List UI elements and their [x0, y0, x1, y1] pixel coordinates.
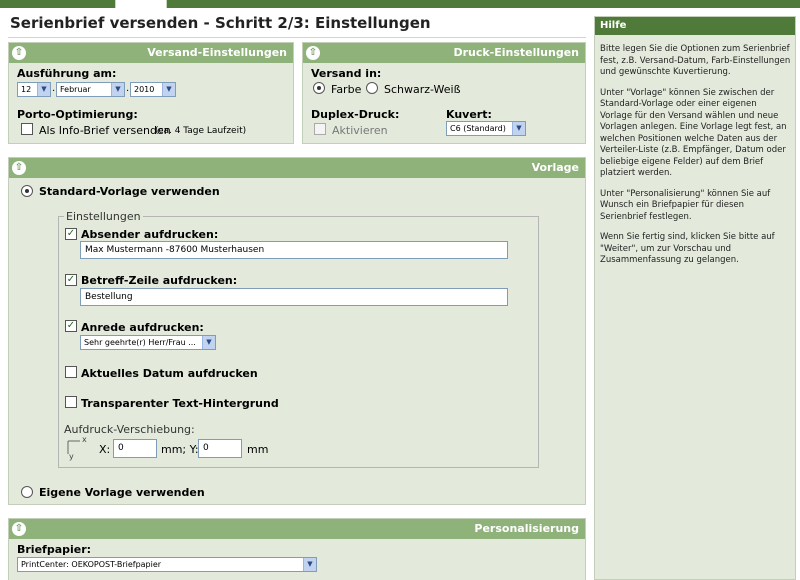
anrede-select[interactable]: Sehr geehrte(r) Herr/Frau ... ▼ [80, 335, 216, 350]
absender-value: Max Mustermann -87600 Musterhausen [85, 245, 265, 255]
help-text-2: Unter "Vorlage" können Sie zwischen der … [600, 87, 787, 179]
day-select[interactable]: 12 ▼ [17, 82, 51, 97]
farbe-radio[interactable] [313, 82, 325, 94]
year-select[interactable]: 2010 ▼ [130, 82, 176, 97]
standard-vorlage-label: Standard-Vorlage verwenden [39, 185, 220, 198]
farbe-label: Farbe [331, 83, 362, 96]
datum-label: Aktuelles Datum aufdrucken [81, 367, 258, 380]
help-header: Hilfe [595, 17, 795, 35]
anrede-label: Anrede aufdrucken: [81, 321, 204, 334]
personalisierung-panel-header: ⇧ Personalisierung [9, 519, 585, 539]
mm-label: mm [247, 443, 269, 456]
einstellungen-legend: Einstellungen [64, 210, 143, 223]
duplex-checkbox[interactable] [314, 123, 326, 135]
betreff-input[interactable]: Bestellung [80, 288, 508, 306]
year-value: 2010 [134, 85, 155, 94]
kuvert-select[interactable]: C6 (Standard) ▼ [446, 121, 526, 136]
x-offset-input[interactable]: 0 [113, 439, 157, 458]
chevron-down-icon: ▼ [303, 558, 316, 571]
month-select[interactable]: Februar ▼ [56, 82, 125, 97]
ausfuehrung-label: Ausführung am: [17, 67, 117, 80]
betreff-checkbox[interactable]: ✓ [65, 274, 77, 286]
page-title: Serienbrief versenden - Schritt 2/3: Ein… [10, 14, 431, 32]
schwarzweiss-label: Schwarz-Weiß [384, 83, 461, 96]
anrede-value: Sehr geehrte(r) Herr/Frau ... [84, 338, 196, 347]
kuvert-label: Kuvert: [446, 108, 492, 121]
x-label: X: [99, 443, 111, 456]
axis-icon: x y [66, 435, 90, 461]
druck-panel-header: ⇧ Druck-Einstellungen [303, 43, 585, 63]
y-offset-input[interactable]: 0 [198, 439, 242, 458]
x-offset-value: 0 [118, 443, 124, 453]
infobrief-note: (ca. 4 Tage Laufzeit) [155, 126, 247, 136]
axis-y-label: y [69, 452, 74, 461]
vorlage-panel-header: ⇧ Vorlage [9, 158, 585, 178]
chevron-down-icon: ▼ [512, 122, 525, 135]
help-text-1: Bitte legen Sie die Optionen zum Serienb… [600, 44, 791, 77]
kuvert-value: C6 (Standard) [450, 124, 506, 133]
help-text-3: Unter "Personalisierung" können Sie auf … [600, 188, 771, 222]
anrede-checkbox[interactable]: ✓ [65, 320, 77, 332]
briefpapier-select[interactable]: PrintCenter: OEKOPOST-Briefpapier ▼ [17, 557, 317, 572]
month-value: Februar [60, 85, 91, 94]
chevron-down-icon: ▼ [202, 336, 215, 349]
chevron-down-icon: ▼ [111, 83, 124, 96]
absender-checkbox[interactable]: ✓ [65, 228, 77, 240]
date-separator: . [52, 83, 56, 94]
infobrief-checkbox[interactable] [21, 123, 33, 135]
schwarzweiss-radio[interactable] [366, 82, 378, 94]
collapse-up-icon[interactable]: ⇧ [12, 161, 26, 175]
mm-y-label: mm; Y: [161, 443, 199, 456]
title-divider [8, 37, 586, 38]
porto-label: Porto-Optimierung: [17, 108, 138, 121]
datum-checkbox[interactable] [65, 366, 77, 378]
infobrief-label: Als Info-Brief versenden [39, 124, 171, 137]
chevron-down-icon: ▼ [162, 83, 175, 96]
betreff-value: Bestellung [85, 292, 133, 302]
briefpapier-label: Briefpapier: [17, 543, 92, 556]
versand-in-label: Versand in: [311, 67, 382, 80]
help-text-4: Wenn Sie fertig sind, klicken Sie bitte … [600, 232, 775, 265]
druck-panel-title: Druck-Einstellungen [453, 46, 579, 59]
date-separator: . [126, 83, 130, 94]
transparent-checkbox[interactable] [65, 396, 77, 408]
collapse-up-icon[interactable]: ⇧ [306, 46, 320, 60]
day-value: 12 [21, 85, 32, 94]
collapse-up-icon[interactable]: ⇧ [12, 46, 26, 60]
briefpapier-value: PrintCenter: OEKOPOST-Briefpapier [21, 560, 162, 569]
absender-input[interactable]: Max Mustermann -87600 Musterhausen [80, 241, 508, 259]
transparent-label: Transparenter Text-Hintergrund [81, 397, 279, 410]
versand-panel-title: Versand-Einstellungen [147, 46, 287, 59]
duplex-label: Duplex-Druck: [311, 108, 400, 121]
eigene-vorlage-radio[interactable] [21, 486, 33, 498]
chevron-down-icon: ▼ [37, 83, 50, 96]
top-tab [115, 0, 167, 8]
betreff-label: Betreff-Zeile aufdrucken: [81, 274, 238, 287]
help-panel: Hilfe Bitte legen Sie die Optionen zum S… [594, 16, 796, 580]
standard-vorlage-radio[interactable] [21, 185, 33, 197]
vorlage-panel-title: Vorlage [531, 161, 579, 174]
axis-x-label: x [82, 435, 87, 444]
versand-panel-header: ⇧ Versand-Einstellungen [9, 43, 293, 63]
y-offset-value: 0 [203, 443, 209, 453]
collapse-up-icon[interactable]: ⇧ [12, 522, 26, 536]
personalisierung-panel-title: Personalisierung [474, 522, 579, 535]
aktivieren-label: Aktivieren [332, 124, 388, 137]
eigene-vorlage-label: Eigene Vorlage verwenden [39, 486, 205, 499]
absender-label: Absender aufdrucken: [81, 228, 219, 241]
